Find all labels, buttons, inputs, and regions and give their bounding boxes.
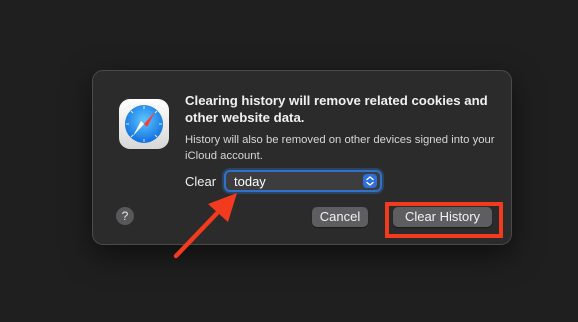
cancel-button[interactable]: Cancel <box>312 207 368 227</box>
clear-range-select[interactable]: today <box>224 170 382 192</box>
dialog-title: Clearing history will remove related coo… <box>185 93 488 125</box>
chevron-up-down-icon <box>363 174 377 188</box>
clear-history-highlight-box <box>385 202 503 238</box>
clear-range-value: today <box>234 174 266 189</box>
clear-range-label: Clear <box>185 174 217 189</box>
safari-compass-icon <box>118 98 170 150</box>
help-button[interactable]: ? <box>116 207 134 225</box>
red-arrow <box>170 190 245 270</box>
dialog-message: History will also be removed on other de… <box>185 134 495 162</box>
